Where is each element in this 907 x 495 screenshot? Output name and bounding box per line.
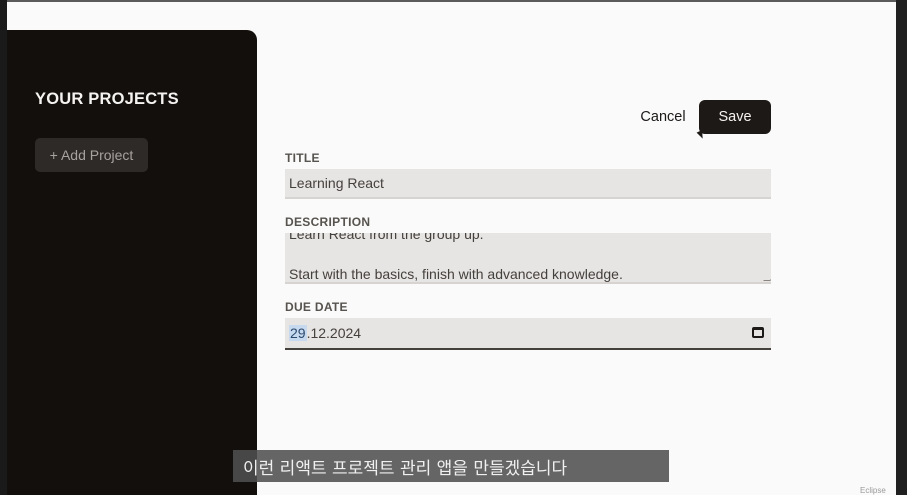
add-project-button[interactable]: + Add Project [35, 138, 148, 172]
description-line-1: Learn React from the group up. [289, 233, 484, 242]
title-input[interactable]: Learning React [285, 169, 771, 199]
video-subtitle: 이런 리액트 프로젝트 관리 앱을 만들겠습니다 [233, 450, 669, 482]
due-date-input[interactable]: 29.12.2024 [285, 318, 771, 350]
window-left-border [0, 0, 7, 495]
calendar-icon[interactable] [752, 327, 764, 338]
app-page: YOUR PROJECTS + Add Project Cancel Save … [7, 2, 896, 495]
sidebar-title: YOUR PROJECTS [35, 90, 179, 108]
watermark: Eclipse [860, 486, 886, 495]
due-date-label: DUE DATE [285, 300, 348, 314]
window-right-border [896, 0, 907, 495]
due-date-day-segment[interactable]: 29 [289, 325, 307, 341]
description-textarea[interactable]: Learn React from the group up. Start wit… [285, 233, 771, 284]
description-line-2: Start with the basics, finish with advan… [289, 266, 623, 282]
save-button[interactable]: Save [699, 100, 771, 134]
description-label: DESCRIPTION [285, 215, 371, 229]
resize-handle-icon[interactable] [763, 274, 771, 281]
title-label: TITLE [285, 151, 320, 165]
projects-sidebar: YOUR PROJECTS + Add Project [7, 30, 257, 495]
due-date-rest: .12.2024 [306, 325, 362, 341]
cancel-button[interactable]: Cancel [637, 100, 689, 134]
title-input-value: Learning React [289, 175, 384, 191]
